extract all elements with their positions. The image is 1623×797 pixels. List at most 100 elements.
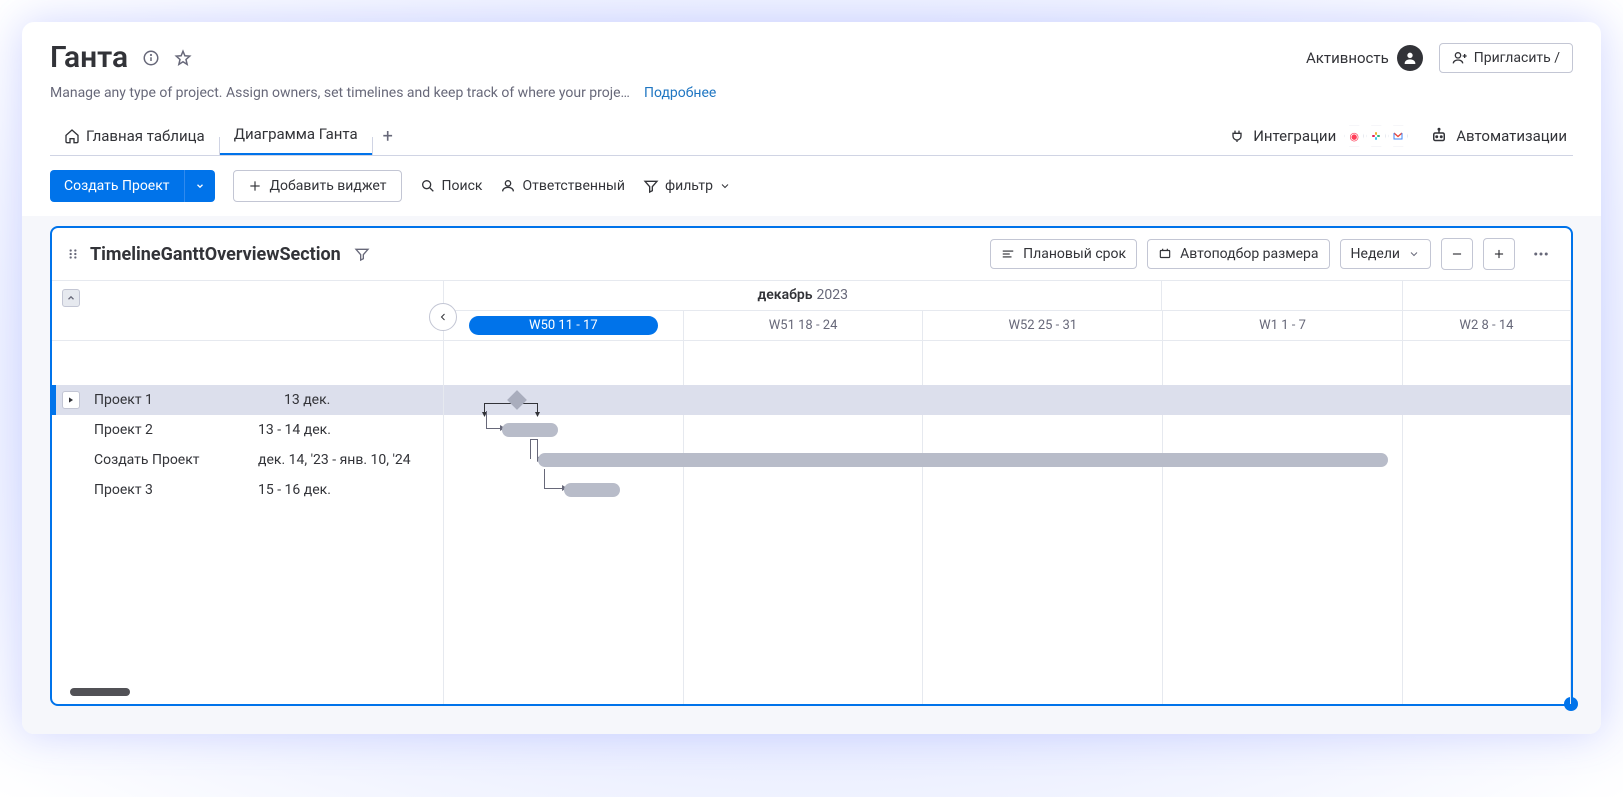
plug-icon xyxy=(1229,128,1245,144)
task-name: Создать Проект xyxy=(62,452,258,468)
task-date: дек. 14, '23 - янв. 10, '24 xyxy=(258,452,411,468)
gantt-header: TimelineGanttOverviewSection Плановый ср… xyxy=(52,228,1571,281)
header-top-row: Ганта Активность xyxy=(50,40,1573,75)
search-label: Поиск xyxy=(442,178,483,194)
filter-label: фильтр xyxy=(665,178,713,194)
timeline-icon xyxy=(1001,247,1015,261)
title-block: Ганта xyxy=(50,40,194,75)
gantt-actions: Плановый срок Автоподбор размера Недели xyxy=(990,238,1557,270)
automations-label: Автоматизации xyxy=(1456,127,1567,145)
week-label: W50 11 - 17 xyxy=(469,316,658,335)
zoom-in-button[interactable] xyxy=(1483,238,1515,270)
expand-caret[interactable] xyxy=(62,391,80,409)
integration-hex-icon xyxy=(1388,125,1408,147)
board-header: Ганта Активность xyxy=(22,22,1601,156)
favorite-star-icon[interactable] xyxy=(172,47,194,69)
info-icon[interactable] xyxy=(140,47,162,69)
gantt-panel: TimelineGanttOverviewSection Плановый ср… xyxy=(50,226,1573,706)
gantt-title-block: TimelineGanttOverviewSection xyxy=(66,243,373,265)
autofit-label: Автоподбор размера xyxy=(1180,246,1318,262)
board-subtitle: Manage any type of project. Assign owner… xyxy=(50,85,630,101)
bar-spacer xyxy=(444,341,1571,385)
invite-button[interactable]: Пригласить / xyxy=(1439,43,1573,73)
month-cell-empty xyxy=(1403,281,1571,310)
chevron-down-icon xyxy=(195,181,205,191)
integrations-button[interactable]: Интеграции ◉ xyxy=(1229,125,1408,147)
task-date: 13 дек. xyxy=(284,392,330,408)
avatar-icon xyxy=(1397,45,1423,71)
collapse-panel-button[interactable] xyxy=(429,303,457,331)
invite-label: Пригласить / xyxy=(1474,50,1560,66)
scale-dropdown[interactable]: Недели xyxy=(1340,239,1431,269)
bar-row-create-project xyxy=(444,445,1571,475)
subtitle-more-link[interactable]: Подробнее xyxy=(644,85,716,101)
tabs-right: Интеграции ◉ Автоматизации xyxy=(1229,125,1573,147)
create-project-button[interactable]: Создать Проект xyxy=(50,170,184,202)
integration-hex-icon: ◉ xyxy=(1344,125,1364,147)
integration-icons: ◉ xyxy=(1344,125,1408,147)
week-label: W52 25 - 31 xyxy=(1008,318,1077,333)
tab-gantt-label: Диаграмма Ганта xyxy=(234,125,358,143)
filter-tool[interactable]: фильтр xyxy=(643,178,731,194)
gantt-left-header xyxy=(52,281,443,341)
minus-icon xyxy=(1450,247,1464,261)
integrations-label: Интеграции xyxy=(1253,127,1336,145)
owner-label: Ответственный xyxy=(522,178,625,194)
activity-label: Активность xyxy=(1306,49,1389,67)
create-project-split-button: Создать Проект xyxy=(50,170,215,202)
task-bar[interactable] xyxy=(538,453,1388,467)
week-cell[interactable]: W2 8 - 14 xyxy=(1403,311,1571,340)
timeline-grid[interactable] xyxy=(444,341,1571,704)
horizontal-scrollbar[interactable] xyxy=(70,688,130,696)
week-label: W1 1 - 7 xyxy=(1259,318,1306,333)
planned-range-button[interactable]: Плановый срок xyxy=(990,239,1137,269)
more-menu-button[interactable] xyxy=(1525,238,1557,270)
tab-gantt[interactable]: Диаграмма Ганта xyxy=(220,117,372,155)
owner-tool[interactable]: Ответственный xyxy=(500,178,625,194)
autofit-button[interactable]: Автоподбор размера xyxy=(1147,239,1329,269)
autofit-icon xyxy=(1158,247,1172,261)
gantt-filter-icon[interactable] xyxy=(351,243,373,265)
plus-icon xyxy=(248,179,262,193)
week-cell[interactable]: W51 18 - 24 xyxy=(684,311,924,340)
gantt-body: Проект 1 13 дек. Проект 2 13 - 14 дек. С… xyxy=(52,281,1571,704)
chevron-down-icon xyxy=(1408,248,1420,260)
bar-row-project-3 xyxy=(444,475,1571,505)
week-cell[interactable]: W1 1 - 7 xyxy=(1163,311,1403,340)
create-project-dropdown[interactable] xyxy=(184,170,215,202)
task-name: Проект 1 xyxy=(88,392,284,408)
week-cell-current[interactable]: W50 11 - 17 xyxy=(444,311,684,340)
task-name: Проект 3 xyxy=(62,482,258,498)
task-row-project-3[interactable]: Проект 3 15 - 16 дек. xyxy=(52,475,443,505)
chevron-left-icon xyxy=(437,311,449,323)
automations-button[interactable]: Автоматизации xyxy=(1430,127,1567,145)
week-cell[interactable]: W52 25 - 31 xyxy=(923,311,1163,340)
activity-button[interactable]: Активность xyxy=(1306,45,1423,71)
task-row-project-1[interactable]: Проект 1 13 дек. xyxy=(52,385,443,415)
dependency-connector xyxy=(530,439,538,459)
gantt-task-rows: Проект 1 13 дек. Проект 2 13 - 14 дек. С… xyxy=(52,341,443,505)
task-row-project-2[interactable]: Проект 2 13 - 14 дек. xyxy=(52,415,443,445)
collapse-all-button[interactable] xyxy=(62,289,80,307)
integration-hex-icon xyxy=(1366,125,1386,147)
add-widget-button[interactable]: Добавить виджет xyxy=(233,170,402,202)
subtitle-row: Manage any type of project. Assign owner… xyxy=(50,85,1573,101)
task-date: 13 - 14 дек. xyxy=(258,422,331,438)
add-widget-label: Добавить виджет xyxy=(270,178,387,194)
zoom-out-button[interactable] xyxy=(1441,238,1473,270)
timeline-header: декабрь 2023 W50 11 - 17 W51 18 - 24 W5 xyxy=(444,281,1571,341)
month-cell-empty xyxy=(1162,281,1402,310)
tab-main-table[interactable]: Главная таблица xyxy=(50,119,219,155)
search-tool[interactable]: Поиск xyxy=(420,178,483,194)
search-icon xyxy=(420,178,436,194)
drag-handle-icon[interactable] xyxy=(66,247,80,261)
person-icon xyxy=(500,178,516,194)
spacer-row xyxy=(52,341,443,385)
gantt-task-list: Проект 1 13 дек. Проект 2 13 - 14 дек. С… xyxy=(52,281,444,704)
dependency-arrow xyxy=(486,411,500,429)
week-label: W51 18 - 24 xyxy=(769,318,838,333)
task-row-create-project[interactable]: Создать Проект дек. 14, '23 - янв. 10, '… xyxy=(52,445,443,475)
task-bar[interactable] xyxy=(564,483,620,497)
task-bar[interactable] xyxy=(502,423,558,437)
tab-add-button[interactable]: + xyxy=(373,118,403,155)
